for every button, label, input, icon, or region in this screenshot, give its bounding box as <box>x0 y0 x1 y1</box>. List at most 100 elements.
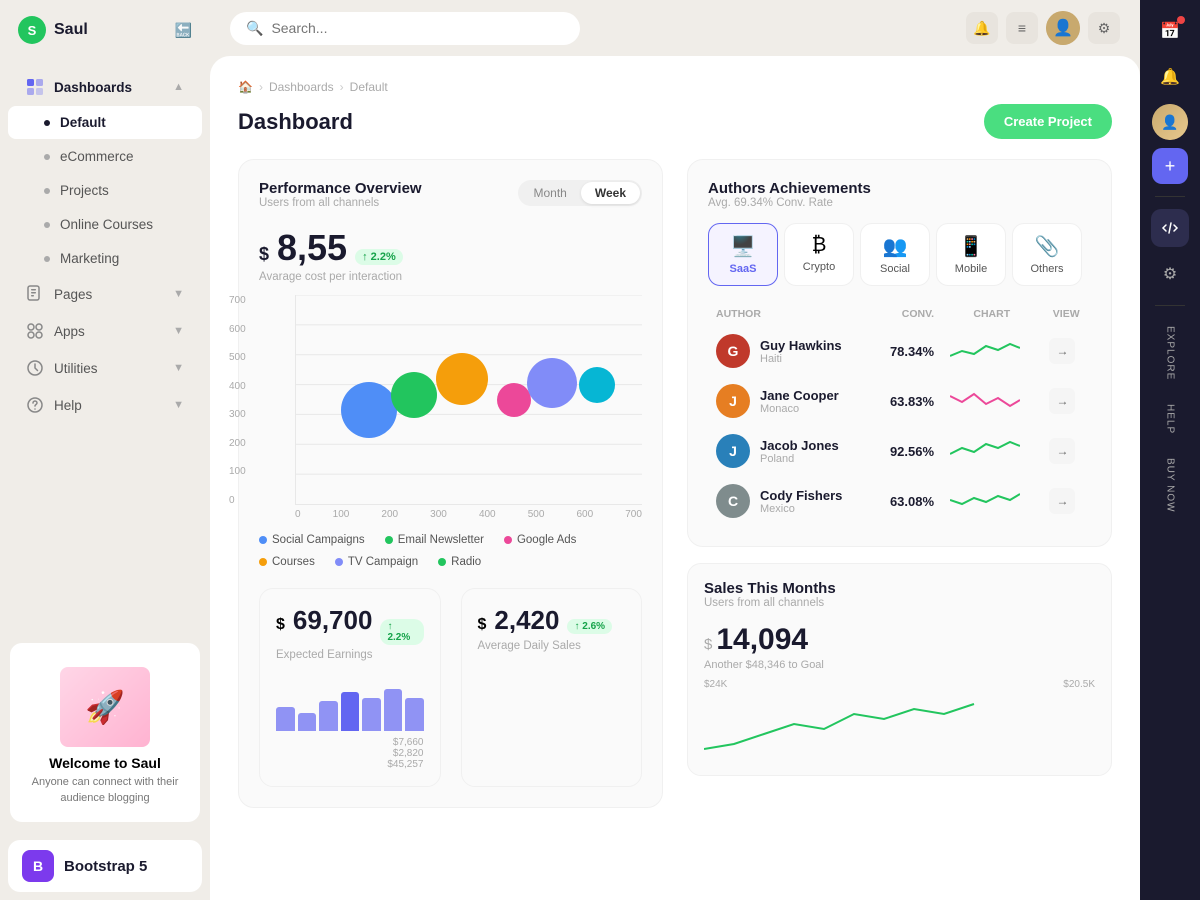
view-button[interactable]: → <box>1049 388 1075 414</box>
divider <box>1155 305 1185 306</box>
right-panel: 📅 🔔 👤 + ⚙ Explore Help Buy now <box>1140 0 1200 900</box>
add-button[interactable]: + <box>1152 148 1188 184</box>
create-project-button[interactable]: Create Project <box>984 104 1112 139</box>
bar-4 <box>341 692 360 731</box>
sidebar-item-utilities[interactable]: Utilities ▼ <box>8 350 202 386</box>
others-icon: 📎 <box>1035 234 1060 259</box>
tab-others-label: Others <box>1030 263 1063 275</box>
bubble-6 <box>579 367 615 403</box>
legend-tv: TV Campaign <box>335 556 418 568</box>
col-view: VIEW <box>1041 302 1091 326</box>
tab-saas[interactable]: 🖥️ SaaS <box>708 223 778 286</box>
avatar: C <box>716 484 750 518</box>
app-name: Saul <box>54 21 88 39</box>
menu-button[interactable]: ≡ <box>1006 12 1038 44</box>
sidebar-item-dashboards[interactable]: Dashboards ▲ <box>8 69 202 105</box>
bubble-1 <box>341 382 397 438</box>
bootstrap-icon: B <box>22 850 54 882</box>
explore-label[interactable]: Explore <box>1165 318 1176 388</box>
user-profile-button[interactable]: 👤 <box>1152 104 1188 140</box>
notifications-button[interactable]: 🔔 <box>1151 58 1189 96</box>
settings-button[interactable]: ⚙ <box>1088 12 1120 44</box>
legend-dot <box>259 558 267 566</box>
stats-row: $ 69,700 2.2% Expected Earnings <box>259 588 642 787</box>
tab-mobile-label: Mobile <box>955 263 987 275</box>
user-avatar[interactable]: 👤 <box>1046 11 1080 45</box>
authors-card: Authors Achievements Avg. 69.34% Conv. R… <box>687 159 1112 547</box>
tab-saas-label: SaaS <box>730 263 757 275</box>
tab-mobile[interactable]: 📱 Mobile <box>936 223 1006 286</box>
astronaut-illustration: 🚀 <box>60 667 150 747</box>
sidebar-item-marketing[interactable]: Marketing <box>8 242 202 275</box>
sidebar-collapse-icon[interactable]: 🔙 <box>175 22 192 39</box>
table-row: J Jacob Jones Poland 92.56% <box>708 426 1091 476</box>
sidebar-item-projects[interactable]: Projects <box>8 174 202 207</box>
conv-value: 78.34% <box>890 344 934 359</box>
bar-3 <box>319 701 338 731</box>
period-month-btn[interactable]: Month <box>520 182 581 204</box>
crypto-icon: ₿ <box>812 234 827 257</box>
search-box[interactable]: 🔍 <box>230 12 580 45</box>
bar-1 <box>276 707 295 731</box>
tab-crypto[interactable]: ₿ Crypto <box>784 223 854 286</box>
chevron-icon: ▼ <box>173 288 184 300</box>
author-name: Jacob Jones <box>760 438 839 453</box>
notification-badge <box>1177 16 1185 24</box>
tab-social[interactable]: 👥 Social <box>860 223 930 286</box>
bubble-chart-container: 7006005004003002001000 <box>259 295 642 520</box>
author-country: Haiti <box>760 353 842 365</box>
period-week-btn[interactable]: Week <box>581 182 640 204</box>
search-input[interactable] <box>271 20 564 36</box>
apps-icon <box>26 322 44 340</box>
breadcrumb-home[interactable]: 🏠 <box>238 80 253 94</box>
view-button[interactable]: → <box>1049 438 1075 464</box>
legend-radio: Radio <box>438 556 481 568</box>
mini-chart <box>950 436 1020 464</box>
conv-value: 63.83% <box>890 394 934 409</box>
bubble-3 <box>436 353 488 405</box>
utilities-icon <box>26 359 44 377</box>
sidebar-item-ecommerce[interactable]: eCommerce <box>8 140 202 173</box>
performance-value: $ 8,55 2.2% <box>259 227 642 269</box>
performance-badge: 2.2% <box>355 249 403 265</box>
sidebar-logo: S Saul 🔙 <box>0 0 210 60</box>
welcome-subtitle: Anyone can connect with their audience b… <box>26 775 184 806</box>
x-axis: 0100200300400500600700 <box>295 505 642 520</box>
tab-social-label: Social <box>880 263 910 275</box>
nav-dot <box>44 256 50 262</box>
page-title: Dashboard <box>238 109 353 135</box>
sidebar-item-help[interactable]: Help ▼ <box>8 387 202 423</box>
tab-others[interactable]: 📎 Others <box>1012 223 1082 286</box>
buy-label[interactable]: Buy now <box>1165 450 1176 521</box>
authors-title: Authors Achievements <box>708 180 1091 197</box>
help-icon <box>26 396 44 414</box>
legend-email: Email Newsletter <box>385 534 484 546</box>
col-chart: CHART <box>942 302 1041 326</box>
sales-subtitle: Users from all channels <box>704 597 1095 609</box>
view-button[interactable]: → <box>1049 338 1075 364</box>
sidebar-item-default[interactable]: Default <box>8 106 202 139</box>
page-icon <box>26 285 44 303</box>
sidebar-item-apps[interactable]: Apps ▼ <box>8 313 202 349</box>
code-button[interactable] <box>1151 209 1189 247</box>
col-author: AUTHOR <box>708 302 873 326</box>
view-button[interactable]: → <box>1049 488 1075 514</box>
authors-subtitle: Avg. 69.34% Conv. Rate <box>708 197 1091 209</box>
author-country: Poland <box>760 453 839 465</box>
main-area: 🔍 🔔 ≡ 👤 ⚙ 🏠 › Dashboards › Default Dashb… <box>210 0 1140 900</box>
dollar-sign: $ <box>259 244 269 265</box>
legend-social: Social Campaigns <box>259 534 365 546</box>
notification-button[interactable]: 🔔 <box>966 12 998 44</box>
help-label[interactable]: Help <box>1165 396 1176 442</box>
sidebar-item-online-courses[interactable]: Online Courses <box>8 208 202 241</box>
performance-subtitle: Users from all channels <box>259 197 422 209</box>
nav-dot <box>44 154 50 160</box>
sidebar-item-pages[interactable]: Pages ▼ <box>8 276 202 312</box>
settings-side-button[interactable]: ⚙ <box>1151 255 1189 293</box>
bubble-4 <box>497 383 531 417</box>
bubble-5 <box>527 358 577 408</box>
performance-label: Avarage cost per interaction <box>259 271 642 283</box>
breadcrumb-dashboards[interactable]: Dashboards <box>269 80 334 94</box>
y-axis: 7006005004003002001000 <box>229 295 246 520</box>
col-conv: CONV. <box>873 302 942 326</box>
